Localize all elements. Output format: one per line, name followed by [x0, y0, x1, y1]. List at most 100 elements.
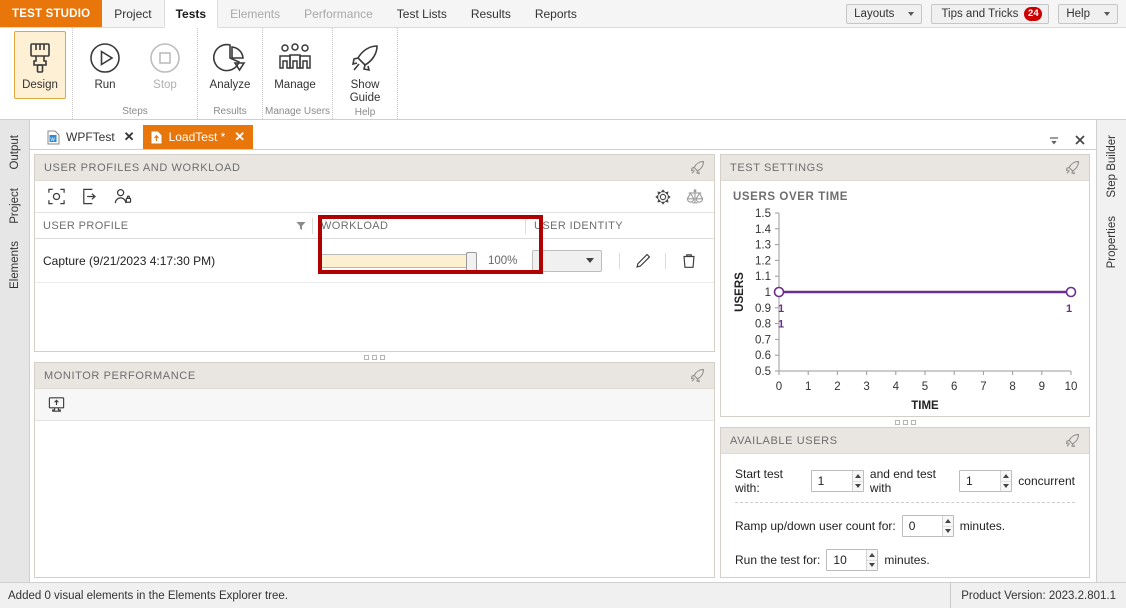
stepper-buttons[interactable] — [1000, 471, 1012, 492]
workload-slider[interactable] — [320, 251, 477, 272]
rocket-pin-icon[interactable] — [689, 367, 706, 384]
show-guide-button[interactable]: Show Guide — [339, 31, 391, 106]
stop-button[interactable]: Stop — [139, 31, 191, 99]
user-profiles-grid-header: USER PROFILE WORKLOAD USER IDENTITY — [35, 213, 714, 239]
ramp-minutes-stepper[interactable] — [901, 515, 954, 537]
upload-doc-icon — [150, 130, 163, 145]
analyze-button[interactable]: Analyze — [204, 31, 256, 99]
menu-item-reports[interactable]: Reports — [523, 0, 589, 27]
document-area: w WPFTest ✕ LoadTest * ✕ USER PROFILES A… — [30, 120, 1096, 582]
splitter-grip-dot — [894, 419, 900, 425]
stepper-down-button[interactable] — [943, 527, 953, 537]
dock-tab-project[interactable]: Project — [7, 179, 23, 233]
ribbon-group-steps: Run Stop Steps — [73, 28, 198, 119]
user-profile-name: Capture (9/21/2023 4:17:30 PM) — [43, 253, 216, 268]
close-icon[interactable]: ✕ — [234, 129, 245, 145]
rocket-pin-icon[interactable] — [1064, 432, 1081, 449]
play-circle-icon — [88, 38, 122, 78]
balance-scales-icon[interactable] — [686, 188, 704, 206]
user-identity-dropdown[interactable] — [532, 249, 602, 272]
monitor-icon[interactable] — [47, 395, 66, 414]
close-icon[interactable]: ✕ — [124, 129, 135, 145]
table-row[interactable]: Capture (9/21/2023 4:17:30 PM) 100% — [35, 239, 714, 283]
ribbon-group-results: Analyze Results — [198, 28, 263, 119]
arrow-down-icon — [944, 529, 951, 534]
stepper-down-button[interactable] — [853, 482, 863, 492]
dock-tab-step-builder[interactable]: Step Builder — [1104, 126, 1120, 207]
svg-text:w: w — [50, 136, 56, 142]
menu-item-project[interactable]: Project — [102, 0, 163, 27]
rocket-pin-icon[interactable] — [689, 159, 706, 176]
dock-tab-properties[interactable]: Properties — [1104, 207, 1120, 277]
doc-tab-loadtest[interactable]: LoadTest * ✕ — [142, 125, 254, 149]
run-unit-label: minutes. — [884, 553, 930, 567]
run-duration-row: Run the test for: minutes. — [735, 543, 1075, 577]
stepper-up-button[interactable] — [867, 550, 878, 561]
ramp-minutes-input[interactable] — [902, 516, 942, 536]
doc-tab-wpftest[interactable]: w WPFTest ✕ — [40, 125, 143, 149]
stepper-up-button[interactable] — [852, 471, 863, 482]
end-users-input[interactable] — [960, 471, 1001, 491]
test-settings-panel: TEST SETTINGS USERS OVER TIME 0.5 0.6 0.… — [720, 154, 1090, 417]
svg-text:1: 1 — [765, 287, 771, 299]
run-minutes-input[interactable] — [827, 550, 867, 570]
menu-item-results[interactable]: Results — [459, 0, 523, 27]
close-icon[interactable] — [1074, 134, 1086, 146]
stepper-up-button[interactable] — [942, 516, 953, 527]
start-users-stepper[interactable] — [810, 470, 864, 492]
column-header-workload[interactable]: WORKLOAD — [313, 213, 525, 238]
run-button[interactable]: Run — [79, 31, 131, 99]
column-header-user-profile[interactable]: USER PROFILE — [35, 213, 312, 238]
slider-thumb[interactable] — [466, 251, 477, 272]
delete-profile-button[interactable] — [666, 239, 711, 282]
run-minutes-stepper[interactable] — [826, 549, 879, 571]
menu-item-tests[interactable]: Tests — [163, 0, 219, 28]
column-header-user-identity[interactable]: USER IDENTITY — [526, 213, 714, 238]
svg-text:2: 2 — [834, 381, 840, 393]
right-panel-splitter[interactable] — [720, 417, 1090, 427]
dropdown-menu-icon[interactable] — [1048, 134, 1060, 146]
app-brand-logo: TEST STUDIO — [0, 0, 103, 27]
stepper-up-button[interactable] — [1001, 471, 1012, 482]
rocket-pin-icon[interactable] — [1064, 159, 1081, 176]
gear-icon[interactable] — [654, 188, 672, 206]
start-users-input[interactable] — [811, 471, 852, 491]
capture-icon[interactable] — [47, 187, 66, 206]
dock-tab-output[interactable]: Output — [7, 126, 23, 179]
import-icon[interactable] — [80, 187, 99, 206]
menu-item-elements[interactable]: Elements — [218, 0, 292, 27]
svg-text:6: 6 — [951, 381, 957, 393]
ribbon-group-label-manage-users: Manage Users — [265, 106, 331, 117]
end-users-stepper[interactable] — [959, 470, 1013, 492]
layouts-button[interactable]: Layouts — [846, 3, 923, 24]
monitor-performance-panel: MONITOR PERFORMANCE — [34, 362, 715, 578]
tips-and-tricks-button[interactable]: Tips and Tricks 24 — [931, 3, 1050, 24]
filter-icon[interactable] — [296, 221, 312, 231]
chart-area: 0.5 0.6 0.7 0.8 0.9 1 1.1 1.2 1.3 1.4 1.5 0 1 2 3 4 5 6 7 8… — [731, 205, 1081, 416]
stepper-buttons[interactable] — [866, 550, 878, 571]
menu-item-test-lists[interactable]: Test Lists — [385, 0, 459, 27]
svg-text:0.7: 0.7 — [755, 334, 771, 346]
ramp-row: Ramp up/down user count for: minutes. — [735, 509, 1075, 543]
user-profiles-empty-space — [35, 283, 714, 351]
stepper-buttons[interactable] — [941, 516, 953, 537]
svg-text:1.4: 1.4 — [755, 224, 772, 236]
svg-text:1: 1 — [778, 303, 784, 315]
pie-chart-icon — [213, 38, 247, 78]
column-label: USER IDENTITY — [534, 219, 623, 232]
svg-text:1: 1 — [1066, 303, 1072, 315]
manage-button[interactable]: Manage — [269, 31, 321, 99]
dock-tab-elements[interactable]: Elements — [7, 232, 23, 298]
design-button[interactable]: Design — [14, 31, 66, 99]
stepper-buttons[interactable] — [851, 471, 863, 492]
stepper-down-button[interactable] — [867, 561, 877, 571]
svg-text:8: 8 — [1009, 381, 1015, 393]
product-version-label: Product Version: 2023.2.801.1 — [950, 583, 1126, 608]
menu-item-performance[interactable]: Performance — [292, 0, 385, 27]
run-test-label: Run the test for: — [735, 553, 821, 567]
stepper-down-button[interactable] — [1001, 482, 1011, 492]
edit-profile-button[interactable] — [620, 239, 665, 282]
panel-splitter-horizontal[interactable] — [34, 352, 715, 362]
help-button[interactable]: Help — [1058, 3, 1118, 24]
user-identity-icon[interactable] — [113, 187, 132, 206]
